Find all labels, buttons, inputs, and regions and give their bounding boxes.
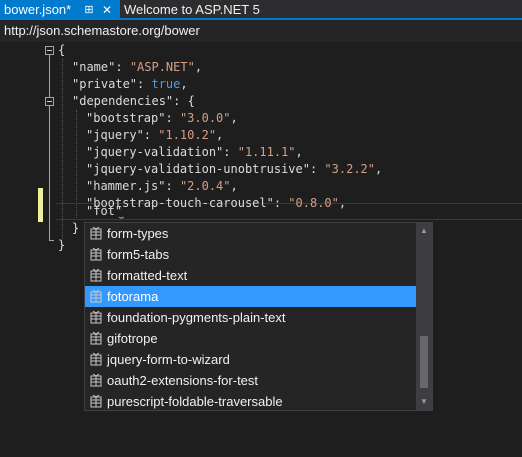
completion-item[interactable]: formatted-text	[85, 265, 416, 286]
package-icon	[90, 352, 102, 366]
change-marker	[38, 188, 43, 205]
tab-welcome[interactable]: Welcome to ASP.NET 5	[120, 0, 260, 20]
collapse-icon[interactable]	[45, 97, 54, 106]
package-icon	[90, 394, 102, 408]
scroll-up-icon[interactable]: ▲	[416, 223, 432, 239]
collapse-icon[interactable]	[45, 46, 54, 55]
code-line: "dependencies": {	[72, 94, 195, 108]
tab-label: Welcome to ASP.NET 5	[124, 2, 260, 17]
close-icon[interactable]: ✕	[100, 0, 114, 20]
completion-item[interactable]: jquery-form-to-wizard	[85, 349, 416, 370]
code-line: "private": true,	[72, 77, 188, 91]
pin-icon[interactable]: ⊞	[82, 0, 96, 20]
completion-scrollbar[interactable]: ▲ ▼	[416, 223, 432, 410]
tab-bar: bower.json* ⊞ ✕ Welcome to ASP.NET 5	[0, 0, 522, 20]
fold-line	[49, 55, 50, 240]
change-marker	[38, 205, 43, 222]
package-icon	[90, 247, 102, 261]
schema-selector[interactable]: http://json.schemastore.org/bower	[0, 20, 522, 42]
scroll-thumb[interactable]	[420, 336, 428, 388]
scroll-down-icon[interactable]: ▼	[416, 394, 432, 410]
completion-list[interactable]: form-types form5-tabs formatted-text fot…	[84, 222, 433, 411]
completion-item[interactable]: form5-tabs	[85, 244, 416, 265]
completion-item[interactable]: purescript-foldable-traversable	[85, 391, 416, 412]
code-line: "bootstrap-touch-carousel": "0.8.0",	[86, 196, 347, 210]
code-line: "jquery-validation-unobtrusive": "3.2.2"…	[86, 162, 383, 176]
code-line: "name": "ASP.NET",	[72, 60, 203, 74]
code-line: "jquery-validation": "1.11.1",	[86, 145, 303, 159]
code-line: "jquery": "1.10.2",	[86, 128, 224, 142]
fold-end	[49, 240, 54, 241]
completion-item-selected[interactable]: fotorama	[85, 286, 416, 307]
package-icon	[90, 310, 102, 324]
package-icon	[90, 331, 102, 345]
completion-item[interactable]: form-types	[85, 223, 416, 244]
completion-item[interactable]: gifotrope	[85, 328, 416, 349]
package-icon	[90, 289, 102, 303]
tab-label: bower.json*	[4, 2, 72, 17]
code-line: "hammer.js": "2.0.4",	[86, 179, 238, 193]
package-icon	[90, 373, 102, 387]
code-line: "bootstrap": "3.0.0",	[86, 111, 238, 125]
completion-item[interactable]: oauth2-extensions-for-test	[85, 370, 416, 391]
code-line: {	[58, 43, 66, 57]
code-line: }	[58, 238, 66, 252]
code-line-current: "fot"	[86, 204, 123, 218]
package-icon	[90, 226, 102, 240]
completion-item[interactable]: foundation-pygments-plain-text	[85, 307, 416, 328]
code-line: }	[72, 221, 80, 235]
package-icon	[90, 268, 102, 282]
